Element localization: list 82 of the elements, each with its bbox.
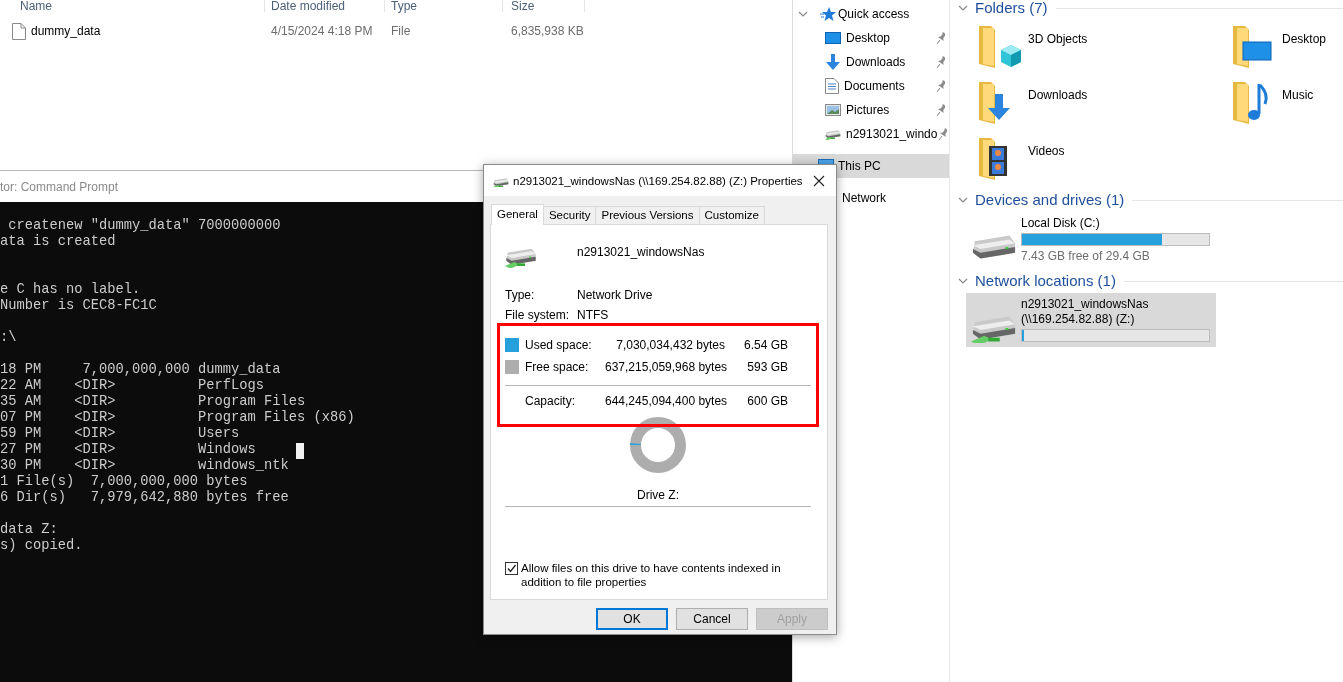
console-line: 07 PM <DIR> Program Files (x86) [0,410,355,426]
tab[interactable]: General [491,204,544,225]
console-line: ata is created [0,234,116,250]
space-label: Used space: [525,338,593,352]
console-line: 18 PM 7,000,000,000 dummy_data [0,362,281,378]
free-space-text: 7.43 GB free of 29.4 GB [1021,249,1151,264]
console-line: 6 Dir(s) 7,979,642,880 bytes free [0,490,289,506]
network-drive-icon [825,127,841,141]
document-icon [825,78,839,94]
nav-item[interactable]: Documents [793,74,949,98]
chevron-down-icon[interactable] [958,278,968,284]
console-line: :\ [0,330,17,346]
check-icon [506,563,517,574]
space-bytes: 637,215,059,968 bytes [605,360,725,374]
nav-item[interactable]: n2913021_windo [793,122,949,146]
section-header[interactable]: Devices and drives (1) [975,192,1125,208]
console-line: 1 File(s) 7,000,000,000 bytes [0,474,248,490]
property-value: NTFS [577,308,610,322]
file-icon [12,22,26,40]
console-line: 22 AM <DIR> PerfLogs [0,378,265,394]
tab[interactable]: Customize [698,206,765,224]
column-header[interactable]: Type [385,0,503,12]
file-name[interactable]: dummy_data [31,24,101,38]
window-title: tor: Command Prompt [0,179,119,194]
property-label: Type: [505,288,536,302]
nav-item[interactable]: Quick access [793,2,949,26]
drive-name: n2913021_windowsNas [577,245,705,261]
console-line: 30 PM <DIR> windows_ntk [0,458,289,474]
picture-icon [825,103,841,117]
folder-name[interactable]: Downloads [1028,88,1088,102]
section-header[interactable]: Folders (7) [975,0,1048,16]
console-line: 59 PM <DIR> Users [0,426,240,442]
section-header[interactable]: Network locations (1) [975,273,1116,289]
property-value: Network Drive [577,288,654,302]
dialog-button[interactable]: Cancel [676,608,748,630]
dialog-button[interactable]: OK [596,608,668,630]
drive-item[interactable]: n2913021_windowsNas (\\169.254.82.88) (Z:) [966,293,1216,347]
space-bytes: 7,030,034,432 bytes [615,338,725,352]
nav-item[interactable]: Pictures [793,98,949,122]
console-line: s) copied. [0,538,83,554]
drive-name: Local Disk (C:) [1021,216,1101,231]
space-label: Free space: [525,360,590,374]
nav-item[interactable]: Downloads [793,50,949,74]
down-arrow-icon [825,54,841,70]
star-icon [820,6,836,22]
column-header[interactable]: Size [503,0,585,12]
drive-address: (\\169.254.82.88) (Z:) [1021,312,1136,327]
console-line: 35 AM <DIR> Program Files [0,394,306,410]
console-line: Number is CEC8-FC1C [0,298,157,314]
tab[interactable]: Security [542,206,597,224]
console-line: data Z: [0,522,58,538]
console-line: createnew "dummy_data" 7000000000 [7,218,281,234]
space-size: 600 GB [746,394,788,408]
file-type: File [391,24,411,38]
checkbox[interactable] [505,562,518,575]
monitor-icon [825,31,841,45]
drive-name: n2913021_windowsNas [1021,297,1150,312]
column-header[interactable]: Date modified [265,0,385,12]
console-line: e C has no label. [0,282,141,298]
property-label: File system: [505,308,570,322]
space-size: 6.54 GB [742,338,788,352]
chevron-down-icon[interactable] [958,5,968,11]
file-size: 6,835,938 KB [511,24,584,38]
drive-item[interactable]: Local Disk (C:) 7.43 GB free of 29.4 GB [966,212,1216,268]
folder-name[interactable]: 3D Objects [1028,32,1088,46]
free-arc [630,417,686,473]
close-icon [813,174,825,187]
folder-cube-icon [977,24,1023,68]
checkbox-label: Allow files on this drive to have contents indexed in addition to file properties [521,561,782,589]
column-header[interactable]: Name [0,0,265,12]
chevron-down-icon [798,11,808,17]
nav-item[interactable]: Desktop [793,26,949,50]
space-size: 593 GB [746,360,788,374]
chevron-down-icon[interactable] [958,197,968,203]
folder-name[interactable]: Desktop [1282,32,1327,46]
folder-name[interactable]: Music [1282,88,1314,102]
console-line: 27 PM <DIR> Windows [0,442,256,458]
drive-label: Drive Z: [636,488,680,502]
space-label: Capacity: [525,394,577,408]
date-modified: 4/15/2024 4:18 PM [271,24,373,38]
space-bytes: 644,245,094,400 bytes [605,394,725,408]
folder-name[interactable]: Videos [1028,144,1065,158]
